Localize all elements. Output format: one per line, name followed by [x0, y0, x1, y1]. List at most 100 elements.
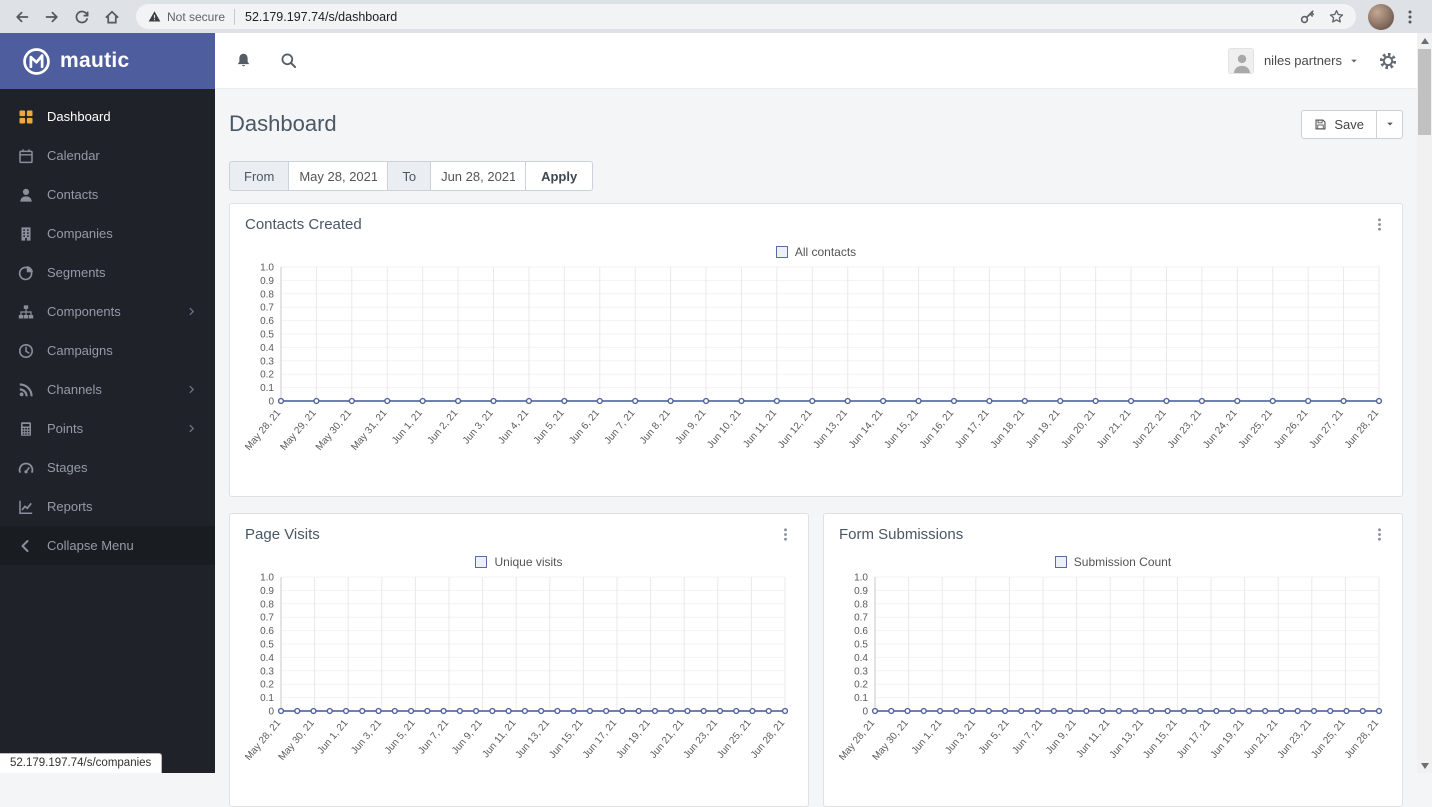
scroll-up-arrow[interactable] — [1417, 33, 1432, 48]
panel-title: Contacts Created — [245, 216, 362, 233]
address-divider — [234, 8, 236, 25]
campaigns-icon — [18, 343, 34, 359]
svg-text:Jun 3, 21: Jun 3, 21 — [943, 718, 978, 757]
save-dropdown-button[interactable] — [1377, 109, 1403, 139]
svg-text:0.3: 0.3 — [260, 666, 274, 677]
sidebar-item-label: Contacts — [47, 187, 99, 202]
chart-legend[interactable]: All contacts — [245, 243, 1387, 261]
address-bar[interactable]: Not secure 52.179.197.74/s/dashboard — [136, 4, 1356, 29]
to-label[interactable]: To — [387, 161, 432, 191]
sidebar-item-label: Channels — [47, 382, 102, 397]
browser-home-button[interactable] — [98, 3, 126, 31]
sidebar: mautic Dashboard Calendar Contacts Companie… — [0, 33, 215, 773]
bookmark-star-icon[interactable] — [1329, 9, 1344, 24]
sidebar-item-campaigns[interactable]: Campaigns — [0, 331, 215, 370]
panel-menu-kebab-icon[interactable] — [1372, 217, 1387, 232]
svg-text:1.0: 1.0 — [260, 573, 274, 584]
date-from-input[interactable] — [288, 161, 389, 191]
svg-text:0.1: 0.1 — [854, 693, 868, 704]
svg-text:Jun 26, 21: Jun 26, 21 — [1272, 408, 1311, 451]
sidebar-item-companies[interactable]: Companies — [0, 214, 215, 253]
panel-menu-kebab-icon[interactable] — [778, 527, 793, 542]
sidebar-item-points[interactable]: Points — [0, 409, 215, 448]
save-icon — [1314, 118, 1327, 131]
mautic-logo-icon — [22, 47, 51, 76]
svg-text:Jun 13, 21: Jun 13, 21 — [812, 408, 851, 451]
account-menu[interactable]: niles partners — [1264, 53, 1359, 68]
svg-text:Jun 28, 21: Jun 28, 21 — [1343, 718, 1382, 761]
save-split-button: Save — [1301, 109, 1403, 139]
svg-text:May 30, 21: May 30, 21 — [277, 718, 318, 763]
not-secure-warning-icon[interactable] — [148, 10, 161, 23]
browser-forward-button[interactable] — [38, 3, 66, 31]
svg-text:0.8: 0.8 — [260, 289, 274, 300]
browser-menu-button[interactable] — [1396, 3, 1424, 31]
sidebar-collapse-menu[interactable]: Collapse Menu — [0, 526, 215, 565]
svg-text:Jun 9, 21: Jun 9, 21 — [1044, 718, 1079, 757]
sidebar-item-dashboard[interactable]: Dashboard — [0, 97, 215, 136]
svg-text:0.6: 0.6 — [854, 626, 868, 637]
apply-button[interactable]: Apply — [525, 161, 594, 191]
svg-text:Jun 1, 21: Jun 1, 21 — [910, 718, 945, 757]
points-icon — [18, 421, 34, 437]
sidebar-item-reports[interactable]: Reports — [0, 487, 215, 526]
svg-text:May 30, 21: May 30, 21 — [871, 718, 912, 763]
svg-text:0.9: 0.9 — [260, 586, 274, 597]
sidebar-item-channels[interactable]: Channels — [0, 370, 215, 409]
svg-text:Jun 25, 21: Jun 25, 21 — [1237, 408, 1276, 451]
sidebar-item-label: Segments — [47, 265, 106, 280]
browser-profile-avatar[interactable] — [1368, 3, 1394, 30]
security-label[interactable]: Not secure — [167, 10, 225, 24]
svg-text:Jun 23, 21: Jun 23, 21 — [1166, 408, 1205, 451]
svg-text:0.9: 0.9 — [260, 276, 274, 287]
date-to-input[interactable] — [430, 161, 527, 191]
svg-text:Jun 9, 21: Jun 9, 21 — [450, 718, 485, 757]
user-avatar[interactable] — [1227, 47, 1254, 74]
notifications-bell-icon[interactable] — [235, 52, 252, 69]
chart-legend[interactable]: Unique visits — [245, 553, 793, 571]
dashboard-page: Dashboard Save From To Apply — [215, 89, 1417, 807]
sidebar-item-contacts[interactable]: Contacts — [0, 175, 215, 214]
sidebar-item-label: Calendar — [47, 148, 100, 163]
legend-label: Submission Count — [1073, 555, 1172, 569]
brand-name: mautic — [60, 49, 130, 72]
vertical-scrollbar[interactable] — [1417, 33, 1432, 773]
svg-text:Jun 24, 21: Jun 24, 21 — [1201, 408, 1240, 451]
browser-refresh-button[interactable] — [68, 3, 96, 31]
svg-text:Jun 20, 21: Jun 20, 21 — [1059, 408, 1098, 451]
mautic-logo[interactable]: mautic — [0, 33, 215, 89]
password-key-icon[interactable] — [1300, 9, 1315, 24]
page-url[interactable]: 52.179.197.74/s/dashboard — [245, 10, 397, 24]
svg-text:0.7: 0.7 — [260, 613, 274, 624]
browser-back-button[interactable] — [8, 3, 36, 31]
svg-text:0.2: 0.2 — [854, 680, 868, 691]
sidebar-item-stages[interactable]: Stages — [0, 448, 215, 487]
svg-text:Jun 5, 21: Jun 5, 21 — [532, 408, 567, 447]
from-label[interactable]: From — [229, 161, 290, 191]
scroll-down-arrow[interactable] — [1417, 758, 1432, 773]
sidebar-item-label: Campaigns — [47, 343, 113, 358]
save-button[interactable]: Save — [1301, 109, 1377, 139]
panel-menu-kebab-icon[interactable] — [1372, 527, 1387, 542]
search-icon[interactable] — [280, 52, 297, 69]
svg-text:0.6: 0.6 — [260, 316, 274, 327]
browser-toolbar: Not secure 52.179.197.74/s/dashboard — [0, 0, 1432, 33]
settings-gear-icon[interactable] — [1379, 52, 1397, 70]
svg-text:0.2: 0.2 — [260, 370, 274, 381]
svg-text:Jun 12, 21: Jun 12, 21 — [776, 408, 815, 451]
svg-text:0.5: 0.5 — [260, 330, 274, 341]
scrollbar-thumb[interactable] — [1418, 49, 1431, 135]
svg-text:0.3: 0.3 — [854, 666, 868, 677]
svg-text:0.9: 0.9 — [854, 586, 868, 597]
sidebar-item-label: Stages — [47, 460, 88, 475]
chevron-left-icon — [18, 538, 34, 554]
svg-text:0.7: 0.7 — [260, 303, 274, 314]
legend-label: All contacts — [794, 245, 857, 259]
chart-legend[interactable]: Submission Count — [839, 553, 1387, 571]
sidebar-item-components[interactable]: Components — [0, 292, 215, 331]
svg-text:Jun 16, 21: Jun 16, 21 — [918, 408, 957, 451]
sidebar-item-calendar[interactable]: Calendar — [0, 136, 215, 175]
sidebar-item-segments[interactable]: Segments — [0, 253, 215, 292]
legend-swatch — [475, 556, 488, 568]
svg-text:Jun 2, 21: Jun 2, 21 — [426, 408, 461, 447]
